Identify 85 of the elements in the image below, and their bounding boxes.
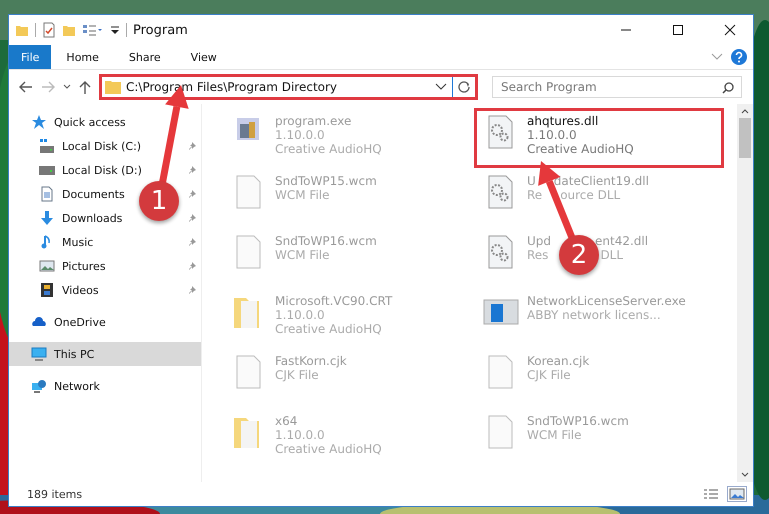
document-icon <box>39 186 55 202</box>
file-detail: WCM File <box>527 428 582 442</box>
scroll-up-icon[interactable] <box>741 108 749 114</box>
pin-icon[interactable] <box>187 213 197 223</box>
file-detail: Creative AudioHQ <box>275 442 382 456</box>
file-name: ahqtures.dll <box>527 114 598 128</box>
file-name: Korean.cjk <box>527 354 590 368</box>
scroll-down-icon[interactable] <box>741 472 749 478</box>
pin-icon[interactable] <box>187 237 197 247</box>
scroll-thumb[interactable] <box>739 118 751 158</box>
file-name: dateClient19.dll <box>554 174 649 188</box>
sidebar-item[interactable]: Local Disk (C:) <box>62 140 142 152</box>
sidebar-item[interactable]: This PC <box>54 348 94 360</box>
pin-icon[interactable] <box>187 261 197 271</box>
file-detail: Creative AudioHQ <box>275 322 382 336</box>
film-icon <box>39 282 55 298</box>
window-title: Program <box>133 22 188 38</box>
file-detail: Creative AudioHQ <box>275 142 382 156</box>
back-icon[interactable] <box>19 81 33 93</box>
selected-row[interactable]: This PC <box>9 342 201 366</box>
sidebar-item[interactable]: Videos <box>62 284 99 296</box>
large-icons-view-icon[interactable] <box>727 486 747 502</box>
file-name: SndToWP16.wcm <box>275 234 377 248</box>
file-name: FastKorn.cjk <box>275 354 347 368</box>
dropdown-caret-icon[interactable] <box>435 83 447 91</box>
highlighted-file[interactable]: ahqtures.dll 1.10.0.0 Creative AudioHQ <box>474 108 724 168</box>
file-detail: ource DLL <box>560 188 620 202</box>
pin-icon[interactable] <box>187 165 197 175</box>
address-bar[interactable]: C:\Program Files\Program Directory <box>99 74 478 100</box>
maximize-icon[interactable] <box>672 24 684 36</box>
down-arrow-icon <box>39 210 55 226</box>
file-name: ent42.dll <box>595 234 648 248</box>
file-detail: 1.10.0.0 <box>275 308 325 322</box>
file-name: program.exe <box>275 114 352 128</box>
ribbon-tab[interactable]: View <box>176 45 232 69</box>
file-name: NetworkLicenseServer.exe <box>527 294 686 308</box>
properties-icon[interactable] <box>42 22 56 38</box>
search-icon <box>722 82 734 94</box>
file-detail: WCM File <box>275 188 330 202</box>
sidebar-item[interactable]: Documents <box>62 188 125 200</box>
sidebar-item[interactable]: Local Disk (D:) <box>62 164 142 176</box>
pin-icon[interactable] <box>187 285 197 295</box>
sidebar-item[interactable]: Music <box>62 236 94 248</box>
file-name: U <box>527 174 536 188</box>
scrollbar[interactable] <box>737 104 753 482</box>
file-detail: Res <box>527 248 548 262</box>
file-name: SndToWP16.wcm <box>527 414 629 428</box>
file-name: SndToWP15.wcm <box>275 174 377 188</box>
drive-icon <box>39 138 55 154</box>
ribbon-tab[interactable]: Home <box>51 45 114 69</box>
file-name: Upd <box>527 234 552 248</box>
sidebar-item[interactable]: Downloads <box>62 212 122 224</box>
file-detail: Creative AudioHQ <box>527 142 634 156</box>
file-detail: WCM File <box>275 248 330 262</box>
file-name: Microsoft.VC90.CRT <box>275 294 392 308</box>
file-menu-button[interactable]: File <box>9 45 52 69</box>
step-number: 1 <box>139 181 179 221</box>
sidebar-item[interactable]: Quick access <box>54 116 126 128</box>
ribbon-tab[interactable]: Share <box>114 45 176 69</box>
file-name: x64 <box>275 414 298 428</box>
file-detail: 1.10.0.0 <box>527 128 577 142</box>
sidebar-item[interactable]: OneDrive <box>54 316 106 328</box>
item-count: 189 items <box>27 488 82 500</box>
monitor-icon <box>31 346 47 362</box>
file-detail: ABBY network licens... <box>527 308 661 322</box>
file-detail: CJK File <box>275 368 319 382</box>
view-list-icon[interactable] <box>82 23 104 37</box>
file-detail: Re <box>527 188 542 202</box>
pin-icon[interactable] <box>187 189 197 199</box>
up-arrow-icon[interactable] <box>79 80 91 94</box>
file-detail: 1.10.0.0 <box>275 128 325 142</box>
network-icon <box>31 378 47 394</box>
folder-icon <box>105 80 121 94</box>
customize-caret-icon[interactable] <box>110 24 120 36</box>
close-icon[interactable] <box>724 24 736 36</box>
file-detail: DLL <box>600 248 624 262</box>
sidebar-item[interactable]: Pictures <box>62 260 106 272</box>
picture-icon <box>39 258 55 274</box>
sidebar-item[interactable]: Network <box>54 380 100 392</box>
search-field[interactable]: Search Program <box>492 76 742 98</box>
star-icon <box>31 114 47 130</box>
recent-locations-icon[interactable] <box>63 84 71 90</box>
file-detail: 1.10.0.0 <box>275 428 325 442</box>
file-detail: CJK File <box>527 368 571 382</box>
pin-icon[interactable] <box>187 141 197 151</box>
